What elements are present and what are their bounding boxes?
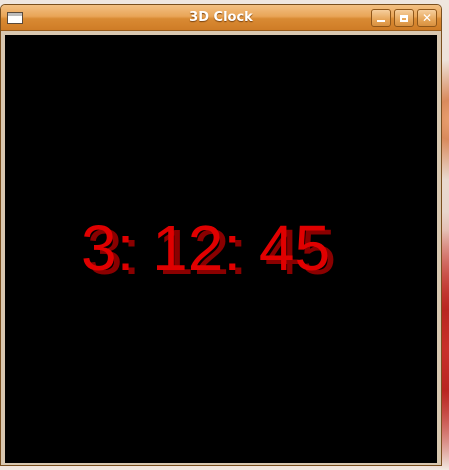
- clock-window: 3D Clock ✕ 3: 12: 45 3: 12: 45: [0, 4, 442, 466]
- close-icon: ✕: [421, 11, 433, 25]
- window-controls: ✕: [371, 9, 437, 27]
- title-bar[interactable]: 3D Clock ✕: [1, 5, 441, 31]
- minimize-button[interactable]: [371, 9, 391, 27]
- clock-display: 3: 12: 45 3: 12: 45: [5, 216, 437, 465]
- clock-canvas: 3: 12: 45 3: 12: 45: [5, 35, 437, 463]
- maximize-button[interactable]: [394, 9, 414, 27]
- maximize-icon: [400, 14, 408, 22]
- close-button[interactable]: ✕: [417, 9, 437, 27]
- minimize-icon: [377, 20, 385, 22]
- clock-time: 3: 12: 45: [81, 212, 331, 284]
